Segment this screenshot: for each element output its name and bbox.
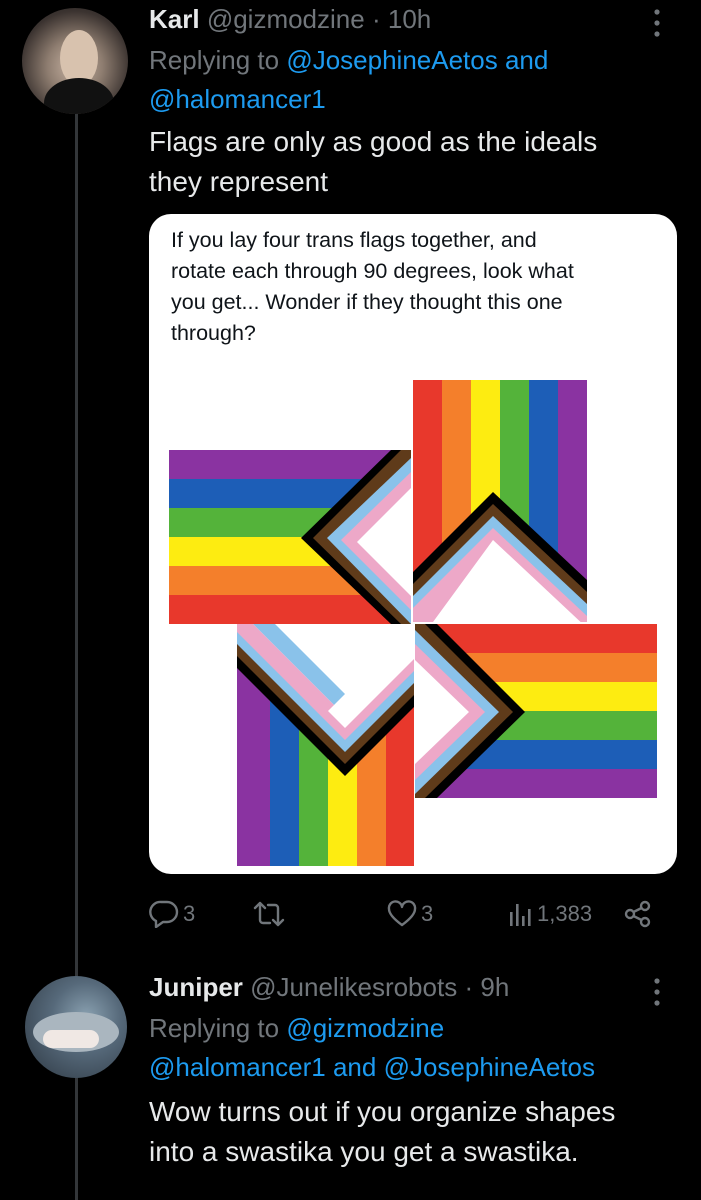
handle[interactable]: @Junelikesrobots bbox=[250, 972, 457, 1002]
more-icon[interactable] bbox=[653, 977, 661, 1007]
reply-count: 3 bbox=[183, 901, 196, 926]
views-icon bbox=[510, 904, 531, 926]
like-count: 3 bbox=[421, 901, 434, 926]
more-icon[interactable] bbox=[653, 8, 661, 38]
mention-link[interactable]: @halomancer1 bbox=[149, 1052, 326, 1082]
avatar[interactable] bbox=[25, 976, 127, 1078]
replying-to-label: Replying to bbox=[149, 1013, 280, 1043]
tweet-text-line: they represent bbox=[149, 166, 328, 197]
display-name[interactable]: Karl bbox=[149, 4, 200, 34]
replying-to-cont: @halomancer1 bbox=[149, 84, 326, 115]
views-button[interactable]: 1,383 bbox=[507, 900, 592, 928]
avatar[interactable] bbox=[22, 8, 128, 114]
flag-right bbox=[415, 624, 657, 798]
share-icon bbox=[624, 900, 651, 928]
tweet-text-line: Flags are only as good as the ideals bbox=[149, 126, 598, 157]
replying-to: Replying to @gizmodzine bbox=[149, 1013, 444, 1044]
views-count: 1,383 bbox=[537, 901, 593, 926]
avatar-shark-belly bbox=[43, 1030, 99, 1048]
timestamp[interactable]: 10h bbox=[388, 4, 431, 34]
separator-dot: · bbox=[464, 972, 474, 1002]
mention-link[interactable]: @JosephineAetos bbox=[384, 1052, 595, 1082]
separator-dot: · bbox=[371, 4, 381, 34]
tweet-text-line: into a swastika you get a swastika. bbox=[149, 1136, 579, 1167]
repost-button[interactable] bbox=[253, 900, 285, 928]
reply-icon bbox=[149, 900, 179, 928]
handle[interactable]: @gizmodzine bbox=[207, 4, 365, 34]
replying-to-label: Replying to bbox=[149, 45, 280, 75]
avatar-shirt bbox=[44, 78, 114, 114]
replying-to-and: and bbox=[332, 1052, 377, 1082]
tweet-media-image[interactable]: If you lay four trans flags together, an… bbox=[149, 214, 677, 874]
reply-button[interactable]: 3 bbox=[149, 900, 195, 928]
flag-bottom-left bbox=[237, 620, 414, 866]
mention-link[interactable]: @gizmodzine bbox=[286, 1013, 444, 1043]
timestamp[interactable]: 9h bbox=[480, 972, 509, 1002]
flag-top-right bbox=[413, 380, 587, 628]
display-name[interactable]: Juniper bbox=[149, 972, 243, 1002]
share-button[interactable] bbox=[623, 900, 653, 928]
tweet-actions: 3 3 1,383 bbox=[149, 900, 669, 932]
like-button[interactable]: 3 bbox=[387, 900, 433, 928]
repost-icon bbox=[253, 901, 285, 927]
flag-arrangement-graphic bbox=[169, 380, 657, 866]
tweet-text-line: Wow turns out if you organize shapes bbox=[149, 1096, 616, 1127]
tweet-header: Juniper @Junelikesrobots · 9h bbox=[149, 972, 509, 1003]
replying-to: Replying to @JosephineAetos and bbox=[149, 45, 548, 76]
mention-link[interactable]: @JosephineAetos bbox=[286, 45, 497, 75]
replying-to-cont: @halomancer1 and @JosephineAetos bbox=[149, 1052, 595, 1083]
tweet-header: Karl @gizmodzine · 10h bbox=[149, 4, 431, 35]
flag-left bbox=[169, 450, 411, 624]
like-icon bbox=[387, 900, 417, 927]
mention-link[interactable]: @halomancer1 bbox=[149, 84, 326, 114]
replying-to-and: and bbox=[504, 45, 549, 75]
